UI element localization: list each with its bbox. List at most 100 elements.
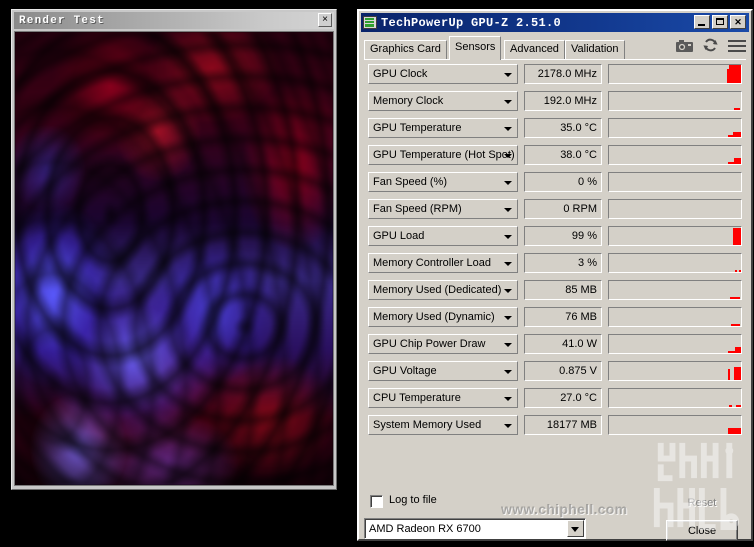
- sensor-name-gpu-load[interactable]: GPU Load: [368, 226, 518, 246]
- sensor-name-memory-clock[interactable]: Memory Clock: [368, 91, 518, 111]
- sensor-graph-gpu-voltage[interactable]: [608, 361, 742, 381]
- sensor-value-gpu-temperature-hotspot: 38.0 °C: [524, 145, 602, 165]
- log-to-file-checkbox[interactable]: [370, 495, 383, 508]
- sensor-graph-memory-clock[interactable]: [608, 91, 742, 111]
- render-test-canvas-detail: [15, 32, 333, 485]
- sensor-value-gpu-temperature: 35.0 °C: [524, 118, 602, 138]
- render-test-close-button[interactable]: ×: [318, 13, 332, 27]
- sensor-row: GPU Temperature 35.0 °C: [368, 118, 742, 138]
- sensor-label: GPU Voltage: [373, 365, 437, 377]
- chevron-down-icon[interactable]: [504, 370, 512, 374]
- sensor-row: Memory Controller Load 3 %: [368, 253, 742, 273]
- sensor-graph-gpu-chip-power-draw[interactable]: [608, 334, 742, 354]
- sensor-value-cpu-temperature: 27.0 °C: [524, 388, 602, 408]
- window-buttons: ✕: [694, 15, 746, 29]
- sensor-graph-memory-used-dynamic[interactable]: [608, 307, 742, 327]
- sensor-row: Memory Used (Dynamic) 76 MB: [368, 307, 742, 327]
- sensor-value-memory-controller-load: 3 %: [524, 253, 602, 273]
- chevron-down-icon[interactable]: [504, 424, 512, 428]
- sensor-graph-memory-controller-load[interactable]: [608, 253, 742, 273]
- toolbar-icons: [676, 38, 746, 52]
- sensor-graph-gpu-temperature-hotspot[interactable]: [608, 145, 742, 165]
- sensor-label: Memory Controller Load: [373, 257, 491, 269]
- sensor-name-memory-used-dynamic[interactable]: Memory Used (Dynamic): [368, 307, 518, 327]
- sensor-value-gpu-load: 99 %: [524, 226, 602, 246]
- sensor-row: GPU Voltage 0.875 V: [368, 361, 742, 381]
- sensor-name-gpu-clock[interactable]: GPU Clock: [368, 64, 518, 84]
- chevron-down-icon[interactable]: [504, 262, 512, 266]
- chevron-down-icon[interactable]: [567, 520, 584, 537]
- sensor-row: GPU Clock 2178.0 MHz: [368, 64, 742, 84]
- sensor-name-cpu-temperature[interactable]: CPU Temperature: [368, 388, 518, 408]
- close-button[interactable]: Close: [666, 520, 738, 541]
- sensor-row: Fan Speed (%) 0 %: [368, 172, 742, 192]
- reset-button[interactable]: Reset: [666, 492, 738, 513]
- render-test-canvas-frame: [14, 31, 334, 486]
- sensor-name-fan-speed-percent[interactable]: Fan Speed (%): [368, 172, 518, 192]
- tab-advanced[interactable]: Advanced: [504, 40, 565, 59]
- tab-validation[interactable]: Validation: [565, 40, 625, 59]
- watermark-url: www.chiphell.com: [501, 501, 628, 517]
- maximize-button[interactable]: [712, 15, 728, 29]
- tab-sensors[interactable]: Sensors: [449, 36, 502, 60]
- sensor-value-fan-speed-rpm: 0 RPM: [524, 199, 602, 219]
- sensor-graph-memory-used-dedicated[interactable]: [608, 280, 742, 300]
- sensors-panel: GPU Clock 2178.0 MHz Memory Clock 192.0 …: [364, 60, 746, 487]
- minimize-button[interactable]: [694, 15, 710, 29]
- sensor-name-gpu-temperature-hotspot[interactable]: GPU Temperature (Hot Spot): [368, 145, 518, 165]
- sensor-label: CPU Temperature: [373, 392, 461, 404]
- camera-icon[interactable]: [676, 39, 693, 52]
- render-test-window: Render Test ×: [11, 9, 337, 490]
- sensor-value-gpu-voltage: 0.875 V: [524, 361, 602, 381]
- sensor-label: Memory Used (Dynamic): [373, 311, 495, 323]
- sensor-value-memory-used-dynamic: 76 MB: [524, 307, 602, 327]
- sensor-row: GPU Load 99 %: [368, 226, 742, 246]
- sensor-row: Memory Clock 192.0 MHz: [368, 91, 742, 111]
- gpu-selector-value: AMD Radeon RX 6700: [369, 522, 481, 535]
- tab-graphics-card[interactable]: Graphics Card: [364, 40, 447, 59]
- chevron-down-icon[interactable]: [504, 154, 512, 158]
- chevron-down-icon[interactable]: [504, 181, 512, 185]
- sensor-graph-cpu-temperature[interactable]: [608, 388, 742, 408]
- sensor-value-gpu-clock: 2178.0 MHz: [524, 64, 602, 84]
- chevron-down-icon[interactable]: [504, 127, 512, 131]
- sensor-label: GPU Clock: [373, 68, 428, 80]
- sensor-value-memory-clock: 192.0 MHz: [524, 91, 602, 111]
- menu-icon[interactable]: [728, 39, 746, 52]
- sensor-graph-system-memory-used[interactable]: [608, 415, 742, 435]
- sensor-label: Fan Speed (RPM): [373, 203, 462, 215]
- gpu-selector[interactable]: AMD Radeon RX 6700: [364, 518, 586, 539]
- sensor-label: Fan Speed (%): [373, 176, 447, 188]
- chevron-down-icon[interactable]: [504, 343, 512, 347]
- refresh-icon[interactable]: [703, 38, 718, 52]
- chevron-down-icon[interactable]: [504, 397, 512, 401]
- sensor-name-memory-used-dedicated[interactable]: Memory Used (Dedicated): [368, 280, 518, 300]
- gpuz-titlebar[interactable]: TechPowerUp GPU-Z 2.51.0 ✕: [361, 13, 749, 32]
- sensor-graph-gpu-clock[interactable]: [608, 64, 742, 84]
- sensor-graph-fan-speed-percent[interactable]: [608, 172, 742, 192]
- sensor-name-fan-speed-rpm[interactable]: Fan Speed (RPM): [368, 199, 518, 219]
- sensor-graph-gpu-temperature[interactable]: [608, 118, 742, 138]
- render-test-title: Render Test: [19, 14, 105, 27]
- chevron-down-icon[interactable]: [504, 235, 512, 239]
- sensor-value-gpu-chip-power-draw: 41.0 W: [524, 334, 602, 354]
- render-test-titlebar[interactable]: Render Test ×: [14, 12, 334, 29]
- chevron-down-icon[interactable]: [504, 316, 512, 320]
- sensor-name-system-memory-used[interactable]: System Memory Used: [368, 415, 518, 435]
- chevron-down-icon[interactable]: [504, 289, 512, 293]
- sensor-graph-gpu-load[interactable]: [608, 226, 742, 246]
- sensor-name-gpu-temperature[interactable]: GPU Temperature: [368, 118, 518, 138]
- sensor-name-gpu-chip-power-draw[interactable]: GPU Chip Power Draw: [368, 334, 518, 354]
- chevron-down-icon[interactable]: [504, 100, 512, 104]
- sensor-row: GPU Temperature (Hot Spot) 38.0 °C: [368, 145, 742, 165]
- chevron-down-icon[interactable]: [504, 208, 512, 212]
- chevron-down-icon[interactable]: [504, 73, 512, 77]
- sensor-row: Memory Used (Dedicated) 85 MB: [368, 280, 742, 300]
- close-icon[interactable]: ✕: [730, 15, 746, 29]
- sensor-name-memory-controller-load[interactable]: Memory Controller Load: [368, 253, 518, 273]
- sensor-label: GPU Temperature: [373, 122, 462, 134]
- sensor-graph-fan-speed-rpm[interactable]: [608, 199, 742, 219]
- sensor-name-gpu-voltage[interactable]: GPU Voltage: [368, 361, 518, 381]
- screen: Render Test × TechPowerUp GPU-Z 2.51.0 ✕…: [0, 0, 754, 547]
- sensor-label: GPU Load: [373, 230, 425, 242]
